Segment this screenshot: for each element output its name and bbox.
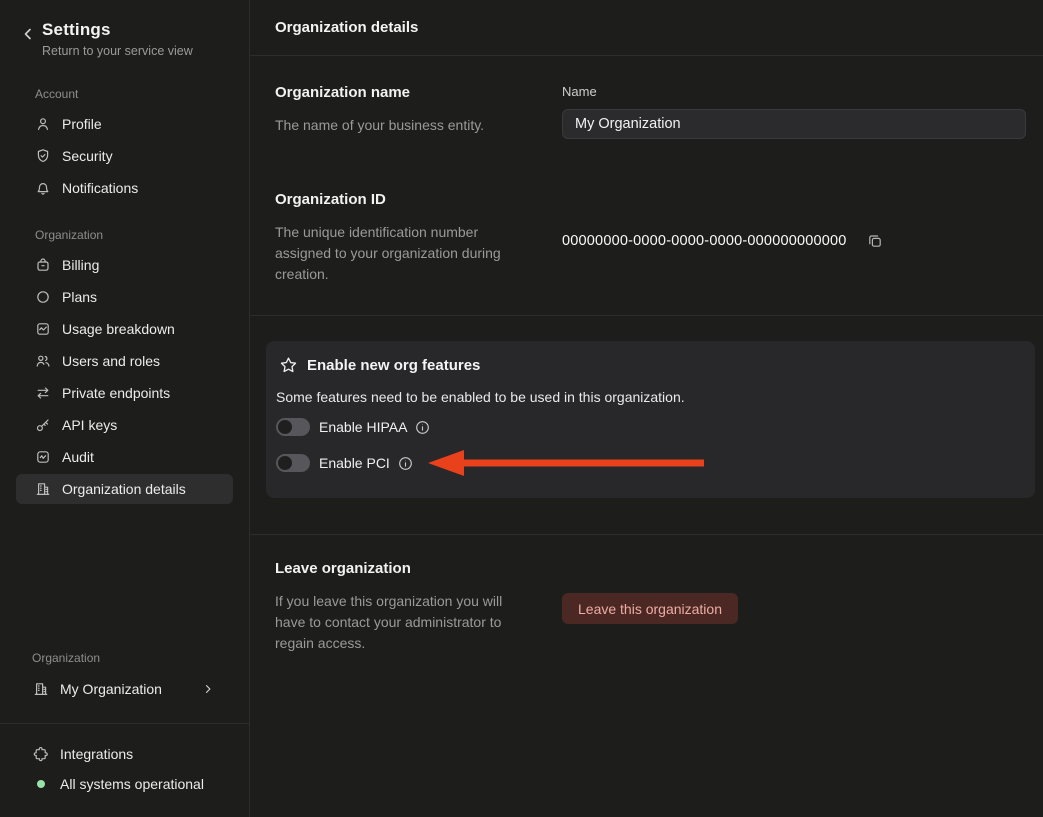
org-id-description: The unique identification number assigne…	[275, 222, 530, 285]
sidebar-item-label: Plans	[62, 289, 97, 305]
arrows-swap-icon	[35, 385, 51, 401]
copy-icon[interactable]	[867, 233, 883, 249]
sidebar-item-billing[interactable]: Billing	[16, 250, 233, 280]
main-content: Organization details Organization name T…	[250, 0, 1043, 817]
features-card-description: Some features need to be enabled to be u…	[276, 389, 1019, 405]
enable-pci-toggle[interactable]	[276, 454, 310, 472]
sidebar-item-notifications[interactable]: Notifications	[16, 173, 233, 203]
billing-icon	[35, 257, 51, 273]
sidebar-item-users-and-roles[interactable]: Users and roles	[16, 346, 233, 376]
org-name-section: Organization name The name of your busin…	[275, 84, 1026, 139]
org-switcher-name: My Organization	[60, 681, 162, 697]
enable-hipaa-toggle[interactable]	[276, 418, 310, 436]
usage-chart-icon	[35, 321, 51, 337]
page-header: Organization details	[250, 0, 1043, 56]
org-id-title: Organization ID	[275, 191, 562, 208]
pci-toggle-label: Enable PCI	[319, 455, 390, 471]
return-link[interactable]: Return to your service view	[42, 44, 193, 58]
integrations-label: Integrations	[60, 746, 133, 762]
sidebar-item-organization-details[interactable]: Organization details	[16, 474, 233, 504]
hipaa-toggle-label: Enable HIPAA	[319, 419, 407, 435]
sidebar-item-label: Notifications	[62, 180, 138, 196]
red-pointer-arrow-icon	[428, 449, 704, 477]
users-icon	[35, 353, 51, 369]
page-title: Organization details	[275, 19, 418, 36]
bell-icon	[35, 180, 51, 196]
hipaa-toggle-row: Enable HIPAA	[276, 418, 1019, 436]
info-icon[interactable]	[398, 456, 413, 471]
org-switcher[interactable]: My Organization	[16, 673, 233, 705]
sidebar-item-profile[interactable]: Profile	[16, 109, 233, 139]
sidebar-footer: Integrations All systems operational	[0, 723, 249, 817]
leave-org-block: Leave organization If you leave this org…	[250, 535, 1043, 654]
org-id-value: 00000000-0000-0000-0000-000000000000	[562, 233, 847, 249]
enable-features-card: Enable new org features Some features ne…	[266, 341, 1035, 498]
building-icon	[33, 681, 49, 697]
sidebar-item-label: Audit	[62, 449, 94, 465]
key-icon	[35, 417, 51, 433]
features-card-title: Enable new org features	[307, 357, 480, 374]
organization-section-label: Organization	[35, 228, 233, 242]
circle-icon	[35, 289, 51, 305]
sidebar-item-private-endpoints[interactable]: Private endpoints	[16, 378, 233, 408]
sidebar-item-api-keys[interactable]: API keys	[16, 410, 233, 440]
features-block: Enable new org features Some features ne…	[250, 316, 1043, 535]
sidebar-item-label: Private endpoints	[62, 385, 170, 401]
leave-organization-button[interactable]: Leave this organization	[562, 593, 738, 624]
leave-org-section: Leave organization If you leave this org…	[275, 560, 1026, 654]
sidebar-item-audit[interactable]: Audit	[16, 442, 233, 472]
name-field-label: Name	[562, 84, 1026, 99]
sidebar-item-label: API keys	[62, 417, 117, 433]
sidebar-item-label: Security	[62, 148, 113, 164]
sidebar-header: Settings Return to your service view	[0, 0, 249, 58]
system-status[interactable]: All systems operational	[16, 769, 233, 799]
chevron-right-icon	[202, 683, 214, 695]
status-label: All systems operational	[60, 776, 204, 792]
shield-icon	[35, 148, 51, 164]
building-icon	[35, 481, 51, 497]
org-name-description: The name of your business entity.	[275, 115, 530, 136]
org-name-input[interactable]	[562, 109, 1026, 139]
back-chevron-icon[interactable]	[20, 26, 36, 42]
sidebar-item-label: Organization details	[62, 481, 186, 497]
sidebar-item-label: Users and roles	[62, 353, 160, 369]
sidebar-item-usage-breakdown[interactable]: Usage breakdown	[16, 314, 233, 344]
org-info-block: Organization name The name of your busin…	[250, 56, 1043, 316]
integrations-link[interactable]: Integrations	[16, 739, 233, 769]
settings-sidebar: Settings Return to your service view Acc…	[0, 0, 250, 817]
status-dot-icon	[37, 780, 45, 788]
org-switcher-label: Organization	[32, 651, 233, 665]
info-icon[interactable]	[415, 420, 430, 435]
leave-org-description: If you leave this organization you will …	[275, 591, 530, 654]
leave-org-title: Leave organization	[275, 560, 562, 577]
sidebar-item-label: Usage breakdown	[62, 321, 175, 337]
audit-icon	[35, 449, 51, 465]
sidebar-item-plans[interactable]: Plans	[16, 282, 233, 312]
sidebar-item-security[interactable]: Security	[16, 141, 233, 171]
sidebar-item-label: Billing	[62, 257, 99, 273]
settings-title: Settings	[42, 20, 193, 40]
org-id-section: Organization ID The unique identificatio…	[275, 191, 1026, 285]
sidebar-item-label: Profile	[62, 116, 102, 132]
org-name-title: Organization name	[275, 84, 562, 101]
star-icon	[279, 356, 298, 375]
person-icon	[35, 116, 51, 132]
pci-toggle-row: Enable PCI	[276, 449, 1019, 477]
puzzle-icon	[33, 746, 49, 762]
account-section-label: Account	[35, 87, 233, 101]
